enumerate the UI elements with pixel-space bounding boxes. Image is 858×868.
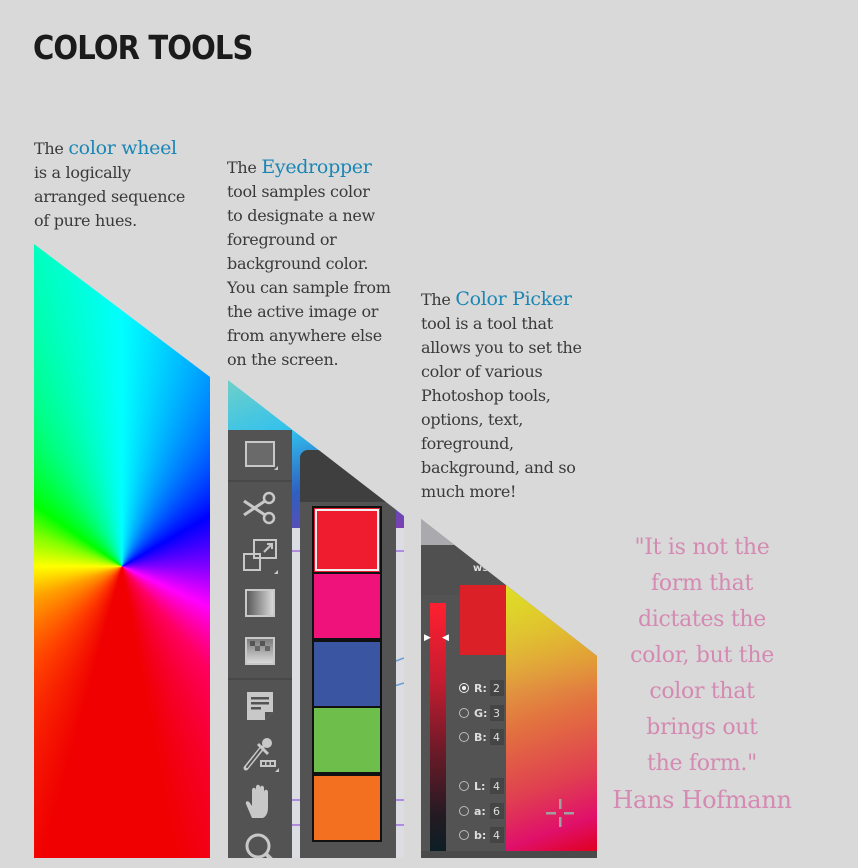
- text-line: allows you to set the: [421, 338, 582, 357]
- a-value-input[interactable]: 6: [490, 803, 504, 819]
- field-label: a:: [474, 804, 486, 818]
- intro-word: The: [227, 158, 257, 177]
- text-line: tool samples color: [227, 182, 370, 201]
- hue-slider-handle-right[interactable]: ◀: [442, 633, 449, 643]
- saturation-brightness-field[interactable]: [506, 585, 597, 851]
- field-l[interactable]: L: 4: [459, 777, 504, 795]
- radio-g[interactable]: [459, 708, 469, 718]
- radio-b[interactable]: [459, 732, 469, 742]
- field-b[interactable]: B: 4: [459, 728, 504, 746]
- intro-word: The: [421, 290, 451, 309]
- swatch-green[interactable]: [312, 706, 382, 774]
- field-label: R:: [474, 681, 487, 695]
- quote-line: "It is not the: [634, 535, 770, 560]
- lab-b-value-input[interactable]: 4: [490, 827, 504, 843]
- radio-r[interactable]: [459, 683, 469, 693]
- page-title: COLOR TOOLS: [33, 28, 253, 67]
- quote-line: brings out: [646, 715, 758, 740]
- swatches-panel: [300, 450, 396, 858]
- field-a[interactable]: a: 6: [459, 802, 504, 820]
- radio-lab-b[interactable]: [459, 830, 469, 840]
- field-label: L:: [474, 779, 486, 793]
- gradient-icon[interactable]: [240, 584, 280, 624]
- transform-icon[interactable]: [240, 536, 280, 576]
- text-line: is a logically: [34, 163, 131, 182]
- swatch-red[interactable]: [312, 506, 382, 574]
- text-line: foreground or: [227, 230, 337, 249]
- picker-header-text: ws: [473, 563, 489, 574]
- b-value-input[interactable]: 4: [490, 729, 504, 745]
- text-line: background, and so: [421, 458, 576, 477]
- l-value-input[interactable]: 4: [490, 778, 504, 794]
- field-label: G:: [474, 706, 488, 720]
- text-line: options, text,: [421, 410, 523, 429]
- hofmann-quote: "It is not the form that dictates the co…: [610, 530, 794, 818]
- field-label: B:: [474, 730, 487, 744]
- text-line: foreground,: [421, 434, 514, 453]
- color-wheel-description: The color wheel is a logically arranged …: [34, 136, 185, 233]
- quote-line: color, but the: [630, 643, 774, 668]
- zoom-icon[interactable]: [240, 828, 280, 858]
- hue-slider-handle-left[interactable]: ▶: [424, 633, 431, 643]
- text-line: the active image or: [227, 302, 379, 321]
- text-line: background color.: [227, 254, 369, 273]
- intro-word: The: [34, 139, 64, 158]
- text-line: You can sample from: [227, 278, 391, 297]
- picker-titlebar: [421, 519, 597, 545]
- quote-line: form that: [650, 571, 754, 596]
- text-line: color of various: [421, 362, 543, 381]
- color-picker-term: Color Picker: [455, 288, 572, 310]
- tools-panel: [228, 430, 292, 858]
- quote-author: Hans Hofmann: [612, 786, 792, 814]
- text-line: of pure hues.: [34, 211, 137, 230]
- color-wheel-image: [34, 244, 210, 858]
- rectangle-marquee-icon[interactable]: [240, 434, 280, 474]
- new-color-preview: [460, 585, 506, 655]
- g-value-input[interactable]: 3: [490, 705, 504, 721]
- text-line: arranged sequence: [34, 187, 186, 206]
- radio-l[interactable]: [459, 781, 469, 791]
- text-line: on the screen.: [227, 350, 339, 369]
- swatch-blue[interactable]: [312, 640, 382, 708]
- text-line: tool is a tool that: [421, 314, 553, 333]
- text-line: to designate a new: [227, 206, 375, 225]
- text-line: from anywhere else: [227, 326, 382, 345]
- field-lab-b[interactable]: b: 4: [459, 826, 504, 844]
- scissors-icon[interactable]: [240, 488, 280, 528]
- field-g[interactable]: G: 3: [459, 704, 504, 722]
- swatches-panel-header: [300, 450, 396, 502]
- eyedropper-description: The Eyedropper tool samples color to des…: [227, 155, 391, 372]
- quote-line: dictates the: [638, 607, 766, 632]
- color-picker-screenshot: ws ▶ ◀ R: 2 G: 3 B: 4 L: 4 a: 6 b: 4: [421, 519, 597, 858]
- field-r[interactable]: R: 2: [459, 679, 504, 697]
- quote-line: color that: [649, 679, 755, 704]
- color-picker-description: The Color Picker tool is a tool that all…: [421, 287, 582, 504]
- eyedropper-icon[interactable]: [240, 734, 280, 774]
- eyedropper-term: Eyedropper: [261, 156, 372, 178]
- text-line: much more!: [421, 482, 517, 501]
- quote-line: the form.": [647, 751, 757, 776]
- swatch-orange[interactable]: [312, 774, 382, 842]
- pattern-icon[interactable]: [240, 632, 280, 672]
- swatch-magenta[interactable]: [312, 572, 382, 640]
- text-line: Photoshop tools,: [421, 386, 551, 405]
- color-wheel-term: color wheel: [68, 137, 177, 159]
- notes-icon[interactable]: [240, 686, 280, 726]
- field-label: b:: [474, 828, 487, 842]
- crosshair-icon: [546, 799, 574, 827]
- hand-icon[interactable]: [240, 782, 280, 822]
- picker-footer: [421, 851, 597, 858]
- eyedropper-screenshot: [228, 380, 404, 858]
- r-value-input[interactable]: 2: [490, 680, 504, 696]
- radio-a[interactable]: [459, 806, 469, 816]
